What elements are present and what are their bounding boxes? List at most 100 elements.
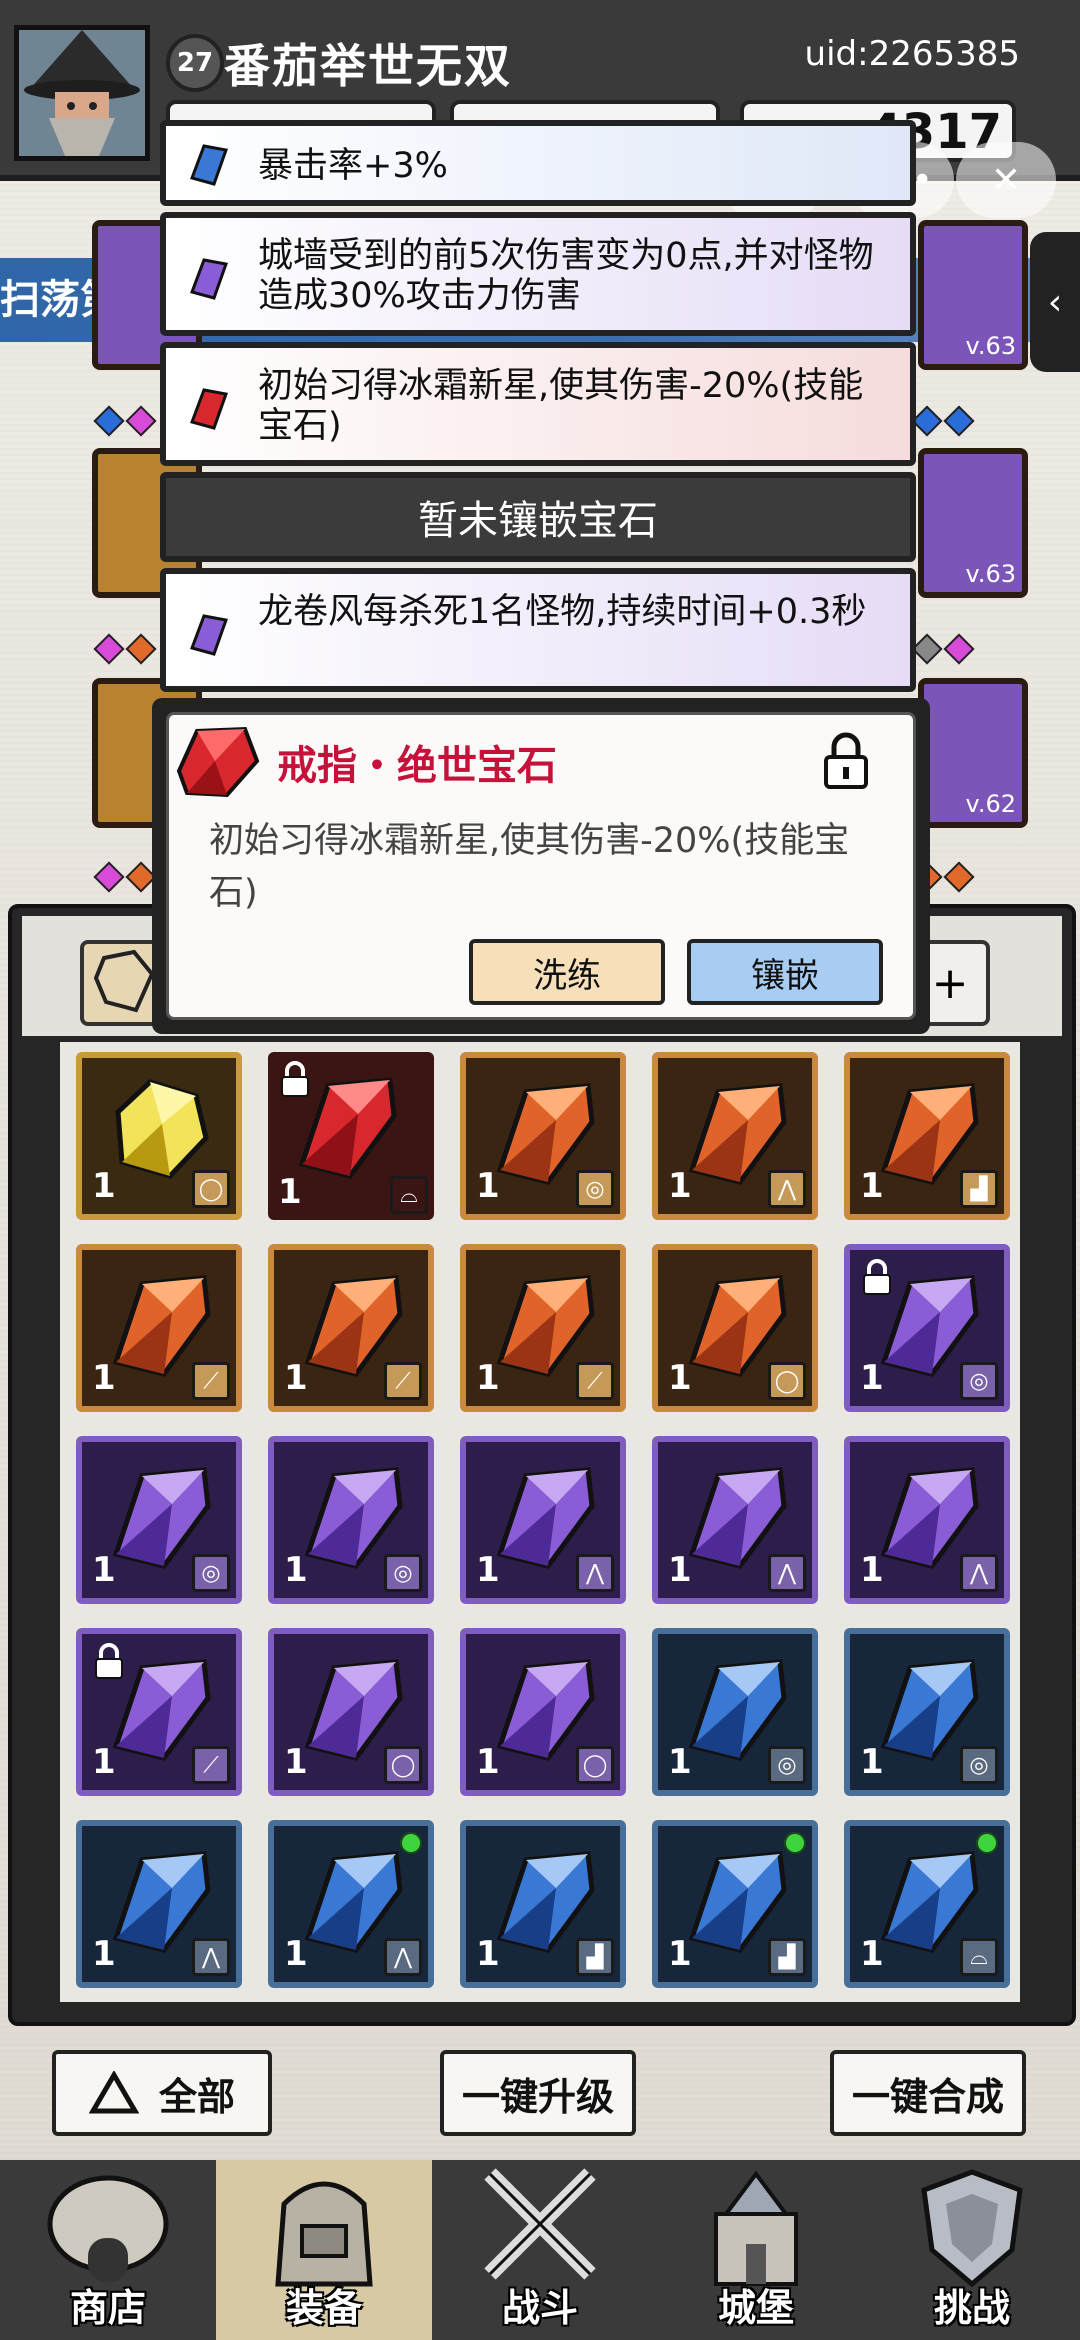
gem-cell[interactable]: 1 ◎ xyxy=(268,1436,434,1604)
gem-cell[interactable]: 1 ◎ xyxy=(652,1628,818,1796)
gem-count: 1 xyxy=(668,1742,692,1782)
nav-label: 商店 xyxy=(69,2286,146,2330)
gem-cell[interactable]: 1 ◎ xyxy=(844,1244,1010,1412)
ring-slot-icon: ◯ xyxy=(384,1746,422,1784)
effect-text: 暴击率+3% xyxy=(258,146,448,186)
gem-count: 1 xyxy=(284,1550,308,1590)
armor-slot-icon: ⋀ xyxy=(192,1938,230,1976)
gem-cell[interactable]: 1 ⋀ xyxy=(652,1436,818,1604)
castle-icon xyxy=(714,2170,798,2286)
close-icon: ✕ xyxy=(990,159,1022,201)
purple-gem-icon xyxy=(190,614,229,656)
side-tab-button[interactable]: ‹ xyxy=(1030,232,1080,372)
backpack-icon xyxy=(275,2181,373,2287)
weapon-slot-icon: ⟋ xyxy=(384,1362,422,1400)
effect-row-1: 暴击率+3% xyxy=(160,120,916,206)
armor-slot-icon: ⋀ xyxy=(768,1554,806,1592)
amulet-slot-icon: ◎ xyxy=(768,1746,806,1784)
lock-icon xyxy=(863,1259,891,1295)
gem-cell[interactable]: 1 ◎ xyxy=(844,1628,1010,1796)
gem-cell[interactable]: 1 ⌓ xyxy=(844,1820,1010,1988)
nav-label: 装备 xyxy=(285,2286,362,2330)
equip-slot-right-1[interactable]: v.63 xyxy=(918,220,1028,370)
gem-cell[interactable]: 1 ⟋ xyxy=(460,1244,626,1412)
gem-cell[interactable]: 1 ⟋ xyxy=(76,1628,242,1796)
close-button[interactable]: ✕ xyxy=(956,142,1056,218)
ring-slot-icon: ◯ xyxy=(192,1170,230,1208)
equip-level: v.62 xyxy=(965,790,1016,818)
avatar[interactable] xyxy=(14,25,150,161)
nav-challenge[interactable]: 挑战 xyxy=(864,2160,1080,2340)
red-gem-icon xyxy=(176,726,260,798)
empty-slot-text: 暂未镶嵌宝石 xyxy=(418,498,658,544)
plus-icon: + xyxy=(931,957,969,1009)
amulet-slot-icon: ◎ xyxy=(384,1554,422,1592)
gem-cell[interactable]: 1 ◯ xyxy=(460,1628,626,1796)
refine-button[interactable]: 洗练 xyxy=(469,939,665,1005)
gem-count: 1 xyxy=(476,1358,500,1398)
gem-count: 1 xyxy=(860,1550,884,1590)
filter-all-label: 全部 xyxy=(158,2074,235,2119)
lock-icon xyxy=(95,1643,123,1679)
filter-all-button[interactable]: 全部 xyxy=(52,2050,272,2136)
gem-cell[interactable]: 1 ▟ xyxy=(844,1052,1010,1220)
gem-cell[interactable]: 1 ◎ xyxy=(460,1052,626,1220)
equip-slot-right-3[interactable]: v.62 xyxy=(918,678,1028,828)
nav-battle[interactable]: 战斗 xyxy=(432,2160,648,2340)
bottom-nav: 商店 装备 战斗 城堡 挑战 xyxy=(0,2160,1080,2340)
gem-cell[interactable]: 1 ⋀ xyxy=(844,1436,1010,1604)
helmet-slot-icon: ⌓ xyxy=(390,1176,428,1214)
gem-cell[interactable]: 1 ◯ xyxy=(652,1244,818,1412)
inlay-button[interactable]: 镶嵌 xyxy=(687,939,883,1005)
socket-indicators xyxy=(93,861,157,893)
gem-cell[interactable]: 1 ⌓ xyxy=(268,1052,434,1220)
ring-slot-icon: ◯ xyxy=(576,1746,614,1784)
gem-cell[interactable]: 1 ◯ xyxy=(268,1628,434,1796)
helmet-slot-icon: ⌓ xyxy=(960,1938,998,1976)
armor-slot-icon: ⋀ xyxy=(960,1554,998,1592)
gem-cell[interactable]: 1 ⋀ xyxy=(652,1052,818,1220)
boots-slot-icon: ▟ xyxy=(960,1170,998,1208)
gem-cell[interactable]: 1 ⋀ xyxy=(460,1436,626,1604)
nav-castle[interactable]: 城堡 xyxy=(648,2160,864,2340)
shop-icon xyxy=(47,2175,169,2282)
nav-equipment[interactable]: 装备 xyxy=(216,2160,432,2340)
lock-icon[interactable] xyxy=(821,729,871,789)
boots-slot-icon: ▟ xyxy=(576,1938,614,1976)
nav-label: 挑战 xyxy=(933,2286,1010,2330)
gem-cell[interactable]: 1 ⋀ xyxy=(76,1820,242,1988)
notification-dot xyxy=(400,1832,422,1854)
one-click-upgrade-button[interactable]: 一键升级 xyxy=(440,2050,636,2136)
gem-cell[interactable]: 1 ▟ xyxy=(652,1820,818,1988)
socket-indicators xyxy=(911,405,975,437)
gem-detail-popup: 戒指・绝世宝石 初始习得冰霜新星,使其伤害-20%(技能宝石) 洗练 镶嵌 xyxy=(152,698,930,1034)
gem-count: 1 xyxy=(476,1166,500,1206)
effect-text: 龙卷风每杀死1名怪物,持续时间+0.3秒 xyxy=(258,592,867,632)
gem-count: 1 xyxy=(668,1166,692,1206)
gem-cell[interactable]: 1 ◯ xyxy=(76,1052,242,1220)
effect-row-empty: 暂未镶嵌宝石 xyxy=(160,472,916,562)
one-click-merge-button[interactable]: 一键合成 xyxy=(830,2050,1026,2136)
gem-cell[interactable]: 1 ⟋ xyxy=(268,1244,434,1412)
gem-count: 1 xyxy=(284,1358,308,1398)
notification-dot xyxy=(976,1832,998,1854)
gem-cell[interactable]: 1 ⋀ xyxy=(268,1820,434,1988)
notification-dot xyxy=(784,1832,806,1854)
gem-cell[interactable]: 1 ▟ xyxy=(460,1820,626,1988)
gem-cell[interactable]: 1 ◎ xyxy=(76,1436,242,1604)
uid-label: uid:2265385 xyxy=(804,34,1020,74)
purple-gem-icon xyxy=(190,258,229,300)
armor-slot-icon: ⋀ xyxy=(384,1938,422,1976)
lock-icon xyxy=(281,1061,309,1097)
gem-count: 1 xyxy=(284,1934,308,1974)
socket-indicators xyxy=(93,405,157,437)
wizard-portrait-icon xyxy=(19,30,145,156)
equip-slot-right-2[interactable]: v.63 xyxy=(918,448,1028,598)
level-badge: 27 xyxy=(166,34,224,92)
gem-cell[interactable]: 1 ⟋ xyxy=(76,1244,242,1412)
popup-title: 戒指・绝世宝石 xyxy=(277,743,557,789)
nav-shop[interactable]: 商店 xyxy=(0,2160,216,2340)
weapon-slot-icon: ⟋ xyxy=(192,1746,230,1784)
crossed-swords-icon xyxy=(484,2168,596,2280)
effect-row-5: 龙卷风每杀死1名怪物,持续时间+0.3秒 xyxy=(160,568,916,692)
